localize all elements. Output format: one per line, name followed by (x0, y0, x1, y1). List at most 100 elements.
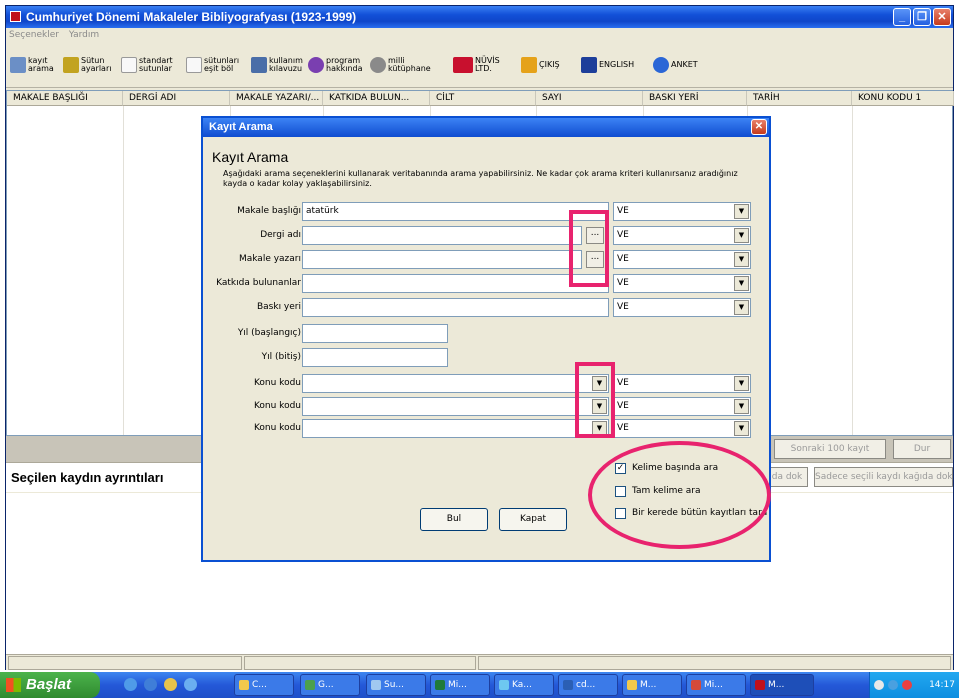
taskbar-item[interactable]: Ka... (494, 674, 554, 696)
stop-button[interactable]: Dur (893, 439, 951, 459)
tray-arrow-icon[interactable] (874, 680, 884, 690)
taskbar-item-active[interactable]: M... (750, 674, 814, 696)
field-row-makale-yazari: Makale yazarı ... VE ▼ (203, 250, 769, 270)
makale-basligi-operator-select[interactable]: VE ▼ (613, 202, 751, 221)
katkida-bulunanlar-input[interactable] (302, 274, 609, 293)
nuvis-logo-icon (453, 57, 473, 73)
window-title: Cumhuriyet Dönemi Makaleler Bibliyografy… (26, 10, 357, 24)
chevron-down-icon[interactable]: ▼ (734, 204, 749, 219)
field-label: Konu kodu (253, 378, 301, 388)
chevron-down-icon[interactable]: ▼ (734, 399, 749, 414)
field-row-yil-bitis: Yıl (bitiş) (203, 348, 769, 368)
highlight-annotation (575, 362, 615, 438)
toolbar-english-button[interactable]: ENGLISH (581, 54, 634, 76)
toolbar-kayit-arama-button[interactable]: kayıt arama (10, 54, 54, 76)
chevron-down-icon[interactable]: ▼ (734, 252, 749, 267)
start-button[interactable]: Başlat (0, 672, 100, 698)
chevron-down-icon[interactable]: ▼ (734, 376, 749, 391)
column-header[interactable]: CİLT (430, 91, 536, 106)
katkida-bulunanlar-operator-select[interactable]: VE ▼ (613, 274, 751, 293)
uk-flag-icon (581, 57, 597, 73)
app-icon (691, 679, 701, 690)
taskbar-item[interactable]: Mi... (430, 674, 490, 696)
column-header[interactable]: SAYI (536, 91, 643, 106)
maximize-button[interactable]: ❐ (913, 8, 931, 26)
toolbar-sutun-ayarlari-button[interactable]: Sütun ayarları (63, 54, 111, 76)
equal-columns-icon (186, 57, 202, 73)
chevron-down-icon[interactable]: ▼ (734, 421, 749, 436)
network-icon[interactable] (888, 680, 898, 690)
menu-secenekler[interactable]: Seçenekler (9, 30, 59, 40)
toolbar-kullanim-kilavuzu-button[interactable]: kullanım kılavuzu (251, 54, 303, 76)
minimize-button[interactable]: _ (893, 8, 911, 26)
konu-kodu-2-operator-select[interactable]: VE ▼ (613, 397, 751, 416)
column-header[interactable]: MAKALE BAŞLIĞI (7, 91, 123, 106)
media-icon[interactable] (164, 678, 177, 691)
konu-kodu-3-select[interactable]: ▼ (302, 419, 609, 438)
field-label: Makale yazarı (238, 254, 301, 264)
column-header[interactable]: BASKI YERİ (643, 91, 747, 106)
find-button[interactable]: Bul (420, 508, 488, 531)
makale-yazari-input[interactable] (302, 250, 582, 269)
ie-icon[interactable] (124, 678, 137, 691)
dergi-adi-operator-select[interactable]: VE ▼ (613, 226, 751, 245)
toolbar-cikis-button[interactable]: ÇIKIŞ (521, 54, 560, 76)
exit-icon (521, 57, 537, 73)
close-dialog-button[interactable]: Kapat (499, 508, 567, 531)
konu-kodu-1-operator-select[interactable]: VE ▼ (613, 374, 751, 393)
chevron-down-icon[interactable]: ▼ (734, 300, 749, 315)
close-button[interactable]: ✕ (933, 8, 951, 26)
toolbar-sutunlari-esit-bol-button[interactable]: sütunları eşit böl (186, 54, 239, 76)
column-header[interactable]: TARİH (747, 91, 852, 106)
yil-bitis-input[interactable] (302, 348, 448, 367)
desktop-icon[interactable] (184, 678, 197, 691)
baski-yeri-operator-select[interactable]: VE ▼ (613, 298, 751, 317)
window-titlebar[interactable]: Cumhuriyet Dönemi Makaleler Bibliyografy… (6, 6, 953, 28)
app-icon (305, 679, 315, 690)
column-header[interactable]: KATKIDA BULUN... (323, 91, 430, 106)
column-header[interactable]: DERGİ ADI (123, 91, 230, 106)
print-selected-record-button[interactable]: Sadece seçili kaydı kağıda dok (814, 467, 953, 487)
konu-kodu-3-operator-select[interactable]: VE ▼ (613, 419, 751, 438)
taskbar-item[interactable]: C... (234, 674, 294, 696)
menu-bar: Seçenekler Yardım (6, 28, 953, 43)
makale-yazari-operator-select[interactable]: VE ▼ (613, 250, 751, 269)
print-document-button[interactable]: da dok (766, 467, 808, 487)
column-settings-icon (63, 57, 79, 73)
menu-yardim[interactable]: Yardım (69, 30, 99, 40)
dialog-titlebar[interactable]: Kayıt Arama ✕ (203, 118, 769, 137)
dergi-adi-input[interactable] (302, 226, 582, 245)
taskbar-item[interactable]: M... (622, 674, 682, 696)
dialog-heading: Kayıt Arama (212, 149, 289, 165)
field-row-dergi-adi: Dergi adı ... VE ▼ (203, 226, 769, 246)
toolbar-standart-sutunlar-button[interactable]: standart sutunlar (121, 54, 173, 76)
taskbar-item[interactable]: G... (300, 674, 360, 696)
konu-kodu-1-select[interactable]: ▼ (302, 374, 609, 393)
toolbar-milli-kutuphane-button[interactable]: milli kütüphane (370, 54, 431, 76)
toolbar-anket-button[interactable]: ANKET (653, 54, 698, 76)
baski-yeri-input[interactable] (302, 298, 609, 317)
taskbar-item[interactable]: Mi... (686, 674, 746, 696)
dialog-close-button[interactable]: ✕ (751, 119, 767, 135)
taskbar: Başlat C... G... Su... Mi... Ka... cd...… (0, 672, 959, 698)
browser-icon[interactable] (144, 678, 157, 691)
field-row-katkida-bulunanlar: Katkıda bulunanlar VE ▼ (203, 274, 769, 294)
toolbar-program-hakkinda-button[interactable]: program hakkında (308, 54, 363, 76)
field-row-konu-kodu-3: Konu kodu ▼ VE ▼ (203, 419, 769, 439)
chevron-down-icon[interactable]: ▼ (734, 276, 749, 291)
taskbar-item[interactable]: cd... (558, 674, 618, 696)
column-header[interactable]: MAKALE YAZARI/... (230, 91, 323, 106)
toolbar-nuvis-button[interactable]: NÜVİS LTD. (453, 54, 500, 76)
taskbar-item[interactable]: Su... (366, 674, 426, 696)
excel-icon (435, 679, 445, 690)
clock[interactable]: 14:17 (929, 672, 955, 698)
konu-kodu-2-select[interactable]: ▼ (302, 397, 609, 416)
makale-basligi-input[interactable]: atatürk (302, 202, 609, 221)
antivirus-icon[interactable] (902, 680, 912, 690)
highlight-annotation (569, 210, 609, 287)
next-100-records-button[interactable]: Sonraki 100 kayıt (774, 439, 886, 459)
yil-baslangic-input[interactable] (302, 324, 448, 343)
column-header[interactable]: KONU KODU 1 (852, 91, 954, 106)
chevron-down-icon[interactable]: ▼ (734, 228, 749, 243)
library-icon (370, 57, 386, 73)
